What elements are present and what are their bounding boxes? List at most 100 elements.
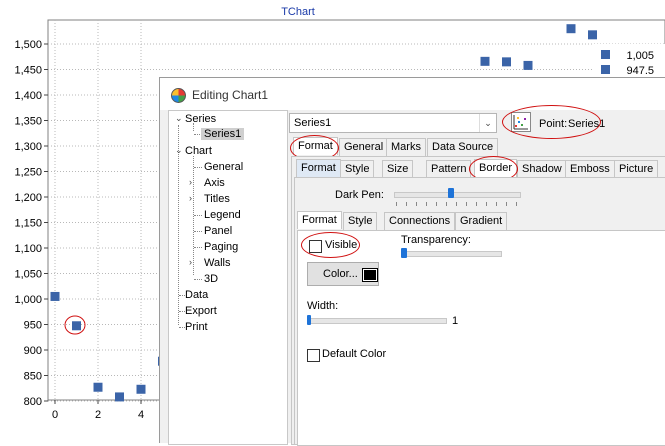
expand-icon[interactable]: › [189, 177, 192, 187]
y-tick-label: 1,500 [14, 39, 42, 51]
collapse-icon[interactable]: ⌄ [175, 145, 183, 156]
chevron-down-icon[interactable]: ⌄ [479, 114, 496, 132]
dark-pen-label: Dark Pen: [335, 189, 384, 201]
tree-guide [194, 279, 202, 280]
subtab-emboss[interactable]: Emboss [565, 160, 615, 178]
tab-general[interactable]: General [339, 138, 389, 156]
subtab-shadow[interactable]: Shadow [517, 160, 567, 178]
x-axis-ticks: 0 2 4 [52, 400, 144, 421]
legend-marker [601, 65, 610, 74]
expand-icon[interactable]: › [189, 257, 192, 267]
red-highlight-visible [301, 232, 360, 258]
transparency-slider-track[interactable] [401, 251, 502, 257]
color-button[interactable]: Color... [307, 262, 379, 286]
dark-pen-slider-thumb[interactable] [448, 188, 454, 198]
y-tick-label: 900 [24, 345, 42, 357]
y-tick-label: 1,300 [14, 141, 42, 153]
dark-pen-slider-ticks [396, 202, 519, 206]
y-tick-label: 850 [24, 371, 42, 383]
border-tab-format[interactable]: Format [297, 211, 342, 229]
border-tab-gradient[interactable]: Gradient [455, 212, 508, 230]
tree-item-chart[interactable]: Chart [185, 145, 212, 157]
series-select[interactable]: Series1 ⌄ [289, 113, 497, 133]
data-point [502, 57, 511, 67]
tree-item-print[interactable]: Print [185, 321, 208, 333]
legend-marker [601, 50, 610, 59]
y-tick-label: 1,150 [14, 218, 42, 230]
series-editor: Series1 ⌄ Point: Series1 Format General … [289, 105, 665, 446]
tree-item-titles[interactable]: Titles [204, 193, 230, 205]
data-point [588, 30, 597, 40]
tree-item-walls[interactable]: Walls [204, 257, 230, 269]
data-point [566, 24, 576, 34]
format-tab-panel: Format Style Size Pattern Border Shadow … [291, 156, 665, 446]
legend-value: 1,005 [626, 50, 654, 62]
tree-item-legend[interactable]: Legend [204, 209, 241, 221]
transparency-label: Transparency: [401, 234, 471, 246]
border-tab-connections[interactable]: Connections [384, 212, 456, 230]
y-tick-label: 1,250 [14, 167, 42, 179]
y-tick-label: 800 [24, 396, 42, 408]
legend-value: 947.5 [626, 65, 654, 77]
subtab-style[interactable]: Style [340, 160, 375, 178]
tree-guide [194, 167, 202, 168]
subtab-picture[interactable]: Picture [614, 160, 659, 178]
color-swatch [362, 268, 378, 282]
x-tick-label: 4 [138, 409, 144, 421]
tree-item-3d[interactable]: 3D [204, 273, 218, 285]
y-tick-label: 1,400 [14, 90, 42, 102]
y-axis-ticks: 1,500 1,450 1,400 1,350 1,300 1,250 1,200 1,150… [14, 39, 48, 408]
border-format-panel: Visible Transparency: Color... Width: 1 … [297, 230, 665, 446]
tree-item-axis[interactable]: Axis [204, 177, 225, 189]
data-point [523, 60, 533, 70]
width-slider-thumb[interactable] [307, 315, 311, 325]
dark-pen-slider-track[interactable] [394, 192, 521, 198]
y-tick-label: 1,100 [14, 243, 42, 255]
x-tick-label: 0 [52, 409, 58, 421]
width-value: 1 [452, 315, 459, 327]
y-tick-label: 1,450 [14, 65, 42, 77]
subtab-size[interactable]: Size [382, 160, 414, 178]
teechart-icon [171, 88, 186, 103]
border-tab-panel: Dark Pen: Format Style Connections Gradi… [294, 177, 665, 446]
tree-guide [194, 231, 202, 232]
y-tick-label: 1,000 [14, 294, 42, 306]
tree-guide [194, 247, 202, 248]
tree-item-paging[interactable]: Paging [204, 241, 238, 253]
tree-item-series[interactable]: Series [185, 113, 216, 125]
subtab-format[interactable]: Format [296, 159, 341, 177]
data-point [72, 321, 81, 331]
tree-item-series1[interactable]: Series1 [201, 128, 245, 140]
data-point [115, 392, 124, 402]
red-highlight-point-label [502, 105, 601, 139]
tab-data-source[interactable]: Data Source [427, 138, 499, 156]
y-tick-label: 1,350 [14, 116, 42, 128]
series-select-value: Series1 [294, 117, 332, 129]
collapse-icon[interactable]: ⌄ [175, 113, 183, 124]
tree-item-panel[interactable]: Panel [204, 225, 232, 237]
chart-legend: 1,005 947.5 [592, 44, 665, 78]
transparency-slider-thumb[interactable] [401, 248, 407, 258]
default-color-checkbox[interactable] [307, 349, 320, 362]
editing-chart-dialog: Editing Chart1 ⌄ Series Series1 ⌄ Chart … [159, 77, 665, 446]
x-tick-label: 2 [95, 409, 101, 421]
y-tick-label: 950 [24, 320, 42, 332]
tree-item-general[interactable]: General [204, 161, 243, 173]
dialog-titlebar: Editing Chart1 [160, 78, 665, 110]
subtab-pattern[interactable]: Pattern [426, 160, 472, 178]
color-button-label: Color... [323, 268, 358, 280]
editor-tree: ⌄ Series Series1 ⌄ Chart General › Axis … [168, 110, 288, 445]
default-color-label: Default Color [322, 348, 387, 360]
width-label: Width: [307, 300, 339, 312]
tree-item-export[interactable]: Export [185, 305, 217, 317]
dialog-title: Editing Chart1 [192, 88, 269, 102]
expand-icon[interactable]: › [189, 193, 192, 203]
data-point [50, 291, 60, 301]
tree-item-data[interactable]: Data [185, 289, 208, 301]
border-tab-style[interactable]: Style [343, 212, 378, 230]
width-slider-track[interactable] [307, 318, 447, 324]
tab-marks[interactable]: Marks [386, 138, 426, 156]
data-point [480, 56, 490, 66]
chart-title: TChart [281, 6, 315, 18]
tree-guide [194, 215, 202, 216]
